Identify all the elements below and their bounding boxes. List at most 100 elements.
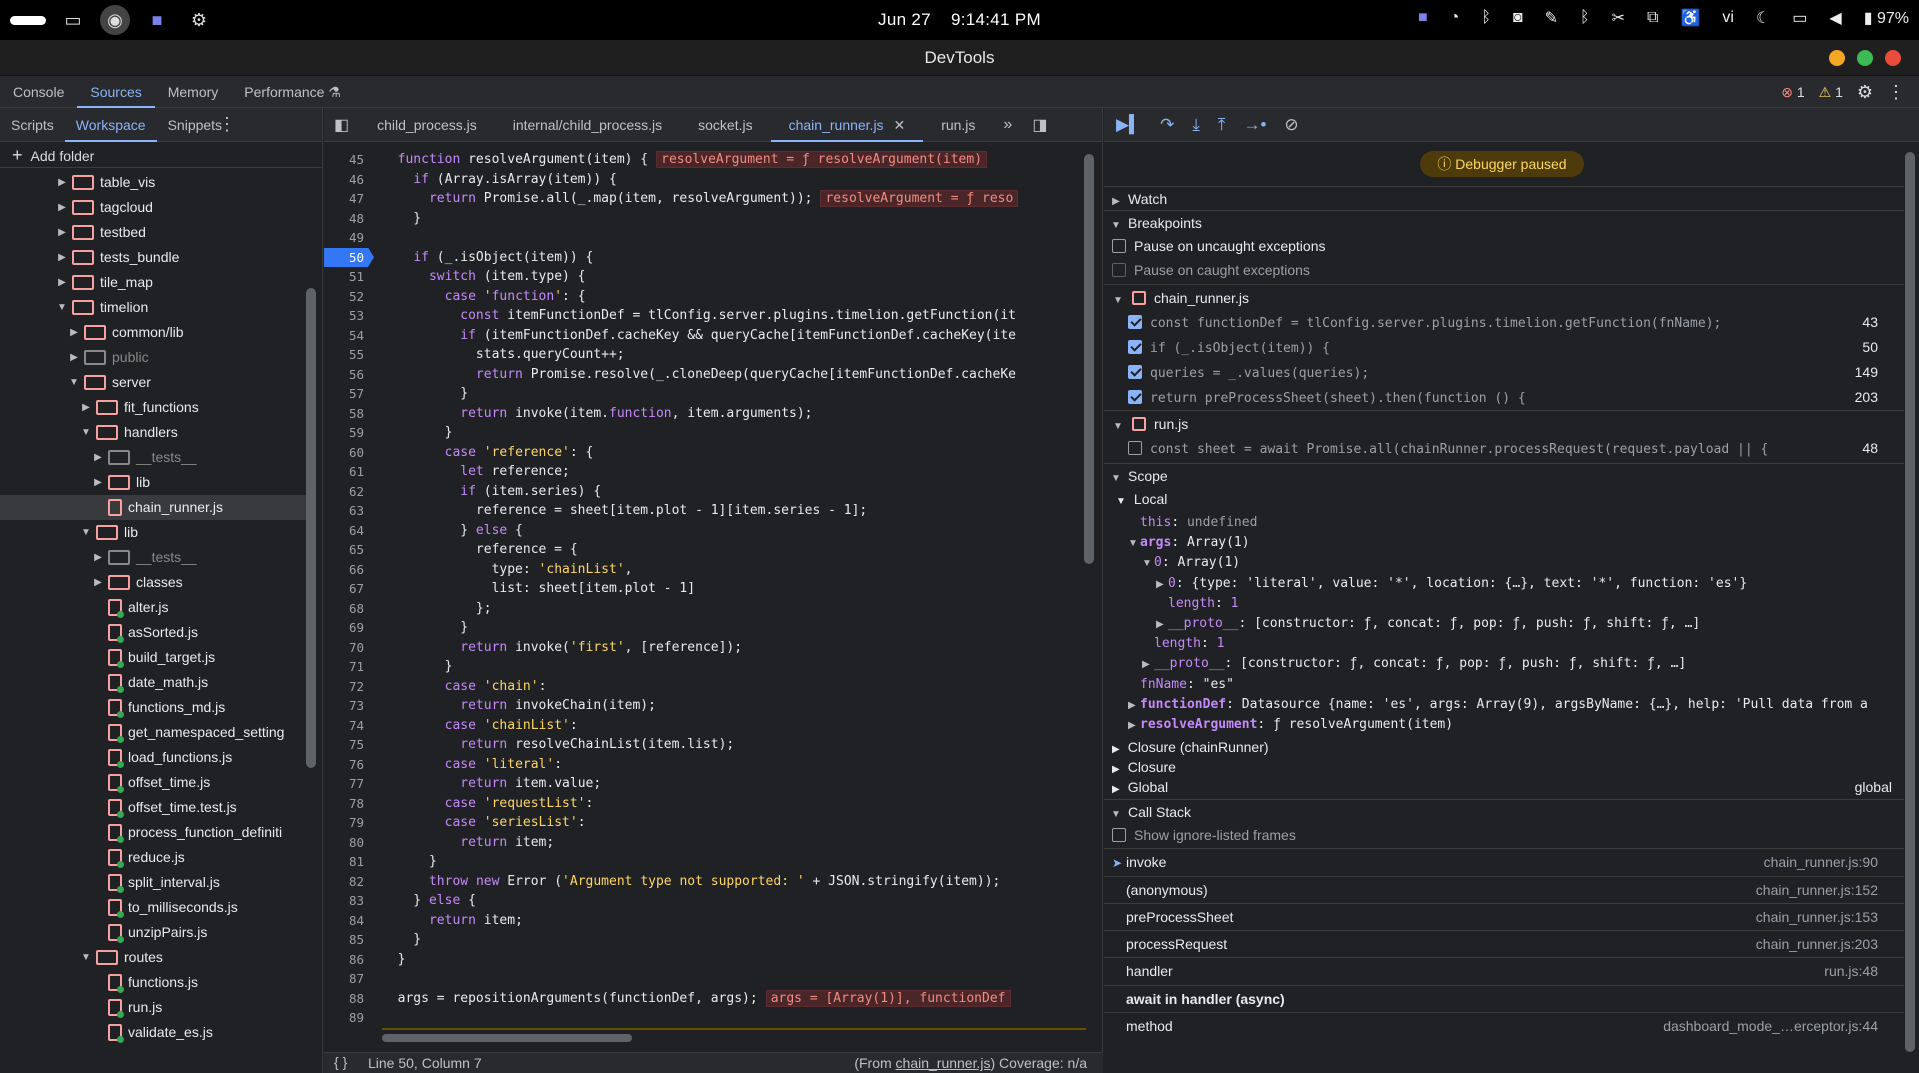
local-scope-header[interactable]: ▼ Local xyxy=(1104,487,1904,511)
code-line[interactable]: case 'literal': xyxy=(382,755,1086,775)
line-number[interactable]: 59 xyxy=(324,423,374,443)
code-line[interactable]: type: 'chainList', xyxy=(382,560,1086,580)
scope-variable[interactable]: ▶ resolveArgument: ƒ resolveArgument(item… xyxy=(1104,713,1904,733)
code-line[interactable]: } xyxy=(382,618,1086,638)
call-frame[interactable]: ➤ invoke chain_runner.js:90 xyxy=(1104,848,1904,876)
tree-item[interactable]: process_function_definiti xyxy=(0,820,306,845)
line-number[interactable]: 54 xyxy=(324,326,374,346)
discord-icon[interactable]: ◙ xyxy=(1513,9,1523,27)
tree-item[interactable]: get_namespaced_setting xyxy=(0,720,306,745)
call-stack-section[interactable]: ▼ Call Stack xyxy=(1104,799,1904,823)
scope-variable[interactable]: ▶ __proto__: [constructor: ƒ, concat: ƒ, … xyxy=(1104,612,1904,632)
scope-variable[interactable]: length: 1 xyxy=(1104,632,1904,652)
collapsed-triangle-icon[interactable]: ▶ xyxy=(56,220,68,245)
tree-item[interactable]: validate_es.js xyxy=(0,1020,306,1045)
tree-item[interactable]: ▶ __tests__ xyxy=(0,545,306,570)
watch-section[interactable]: ▶ Watch xyxy=(1104,186,1904,210)
code-line[interactable]: if (Array.isArray(item)) { xyxy=(382,170,1086,190)
close-tab-icon[interactable]: ✕ xyxy=(893,117,905,133)
line-number[interactable]: 81 xyxy=(324,852,374,872)
line-number[interactable]: 75 xyxy=(324,735,374,755)
display-icon[interactable]: ▭ xyxy=(1792,8,1807,28)
step-into-icon[interactable]: ⤓ xyxy=(1192,115,1200,135)
tree-item[interactable]: build_target.js xyxy=(0,645,306,670)
line-number[interactable]: 46 xyxy=(324,170,374,190)
line-number[interactable]: 88 xyxy=(324,989,374,1009)
tree-item[interactable]: date_math.js xyxy=(0,670,306,695)
code-line[interactable] xyxy=(382,228,1086,248)
bluetooth-2-icon[interactable]: ᛒ xyxy=(1580,9,1590,27)
error-count[interactable]: ⊗ 1 xyxy=(1781,84,1804,101)
breakpoint-checkbox[interactable] xyxy=(1128,340,1142,354)
gear-icon[interactable]: ⚙ xyxy=(1857,82,1873,103)
step-icon[interactable]: →• xyxy=(1243,115,1266,135)
pause-uncaught-checkbox[interactable] xyxy=(1112,239,1126,253)
tree-item[interactable]: functions_md.js xyxy=(0,695,306,720)
code-line[interactable] xyxy=(382,1008,1086,1028)
scope-variable[interactable]: length: 1 xyxy=(1104,592,1904,612)
battery[interactable]: ▮ 97% xyxy=(1864,8,1909,28)
line-number[interactable]: 78 xyxy=(324,794,374,814)
line-number[interactable]: 73 xyxy=(324,696,374,716)
line-number[interactable]: 77 xyxy=(324,774,374,794)
tree-item[interactable]: to_milliseconds.js xyxy=(0,895,306,920)
code-line[interactable]: args = _.map(args, resolveArgument); xyxy=(382,1027,1086,1030)
breakpoint-checkbox[interactable] xyxy=(1128,390,1142,404)
line-number[interactable]: 80 xyxy=(324,833,374,853)
tree-item[interactable]: ▶ fit_functions xyxy=(0,395,306,420)
editor-horizontal-scrollbar[interactable] xyxy=(382,1034,632,1042)
tree-item[interactable]: asSorted.js xyxy=(0,620,306,645)
tab-child-process[interactable]: child_process.js xyxy=(359,108,495,142)
collapsed-triangle-icon[interactable]: ▶ xyxy=(92,545,104,570)
breakpoint-checkbox[interactable] xyxy=(1128,441,1142,455)
tools-icon[interactable]: ✂ xyxy=(1612,8,1625,28)
tree-item[interactable]: ▶ tagcloud xyxy=(0,195,306,220)
breakpoint-checkbox[interactable] xyxy=(1128,315,1142,329)
expanded-triangle-icon[interactable]: ▼ xyxy=(80,945,92,970)
pause-caught-option[interactable]: Pause on caught exceptions xyxy=(1104,258,1904,282)
collapsed-triangle-icon[interactable]: ▶ xyxy=(92,445,104,470)
tab-workspace[interactable]: Workspace xyxy=(64,108,157,142)
breakpoint-file-group[interactable]: ▼ chain_runner.js xyxy=(1104,284,1904,310)
line-number[interactable]: 87 xyxy=(324,969,374,989)
accessibility-icon[interactable]: ♿ xyxy=(1680,8,1700,28)
breakpoint-item[interactable]: if (_.isObject(item)) {50 xyxy=(1104,335,1904,360)
expanded-triangle-icon[interactable]: ▼ xyxy=(80,520,92,545)
code-line[interactable]: case 'chainList': xyxy=(382,716,1086,736)
tree-item[interactable]: load_functions.js xyxy=(0,745,306,770)
scope-section[interactable]: ▼ Scope xyxy=(1104,463,1904,487)
line-number[interactable]: 48 xyxy=(324,209,374,229)
line-number[interactable]: 89 xyxy=(324,1008,374,1028)
line-number[interactable]: 64 xyxy=(324,521,374,541)
tab-console[interactable]: Console xyxy=(0,76,77,108)
toggle-debugger-icon[interactable]: ◨ xyxy=(1022,115,1057,135)
collapsed-triangle-icon[interactable]: ▶ xyxy=(68,345,80,370)
line-number[interactable]: 69 xyxy=(324,618,374,638)
code-line[interactable]: } xyxy=(382,950,1086,970)
line-number[interactable]: 60 xyxy=(324,443,374,463)
line-number[interactable]: 47 xyxy=(324,189,374,209)
code-line[interactable]: const itemFunctionDef = tlConfig.server.… xyxy=(382,306,1086,326)
collapsed-triangle-icon[interactable]: ▶ xyxy=(80,395,92,420)
tree-item[interactable]: ▼ lib xyxy=(0,520,306,545)
line-gutter[interactable]: 45 46 47 48 49 50 51 52 53 54 55 56 57 58 59 60 61 62 63 64… xyxy=(324,150,374,1030)
code-line[interactable]: } xyxy=(382,423,1086,443)
expanded-triangle-icon[interactable]: ▼ xyxy=(80,420,92,445)
code-line[interactable]: reference = { xyxy=(382,540,1086,560)
show-ignore-listed-option[interactable]: Show ignore-listed frames xyxy=(1104,823,1904,848)
call-frame[interactable]: (anonymous) chain_runner.js:152 xyxy=(1104,875,1904,903)
line-number[interactable]: 82 xyxy=(324,872,374,892)
scope-variable[interactable]: ▶ functionDef: Datasource {name: 'es', ar… xyxy=(1104,693,1904,713)
code-line[interactable]: return invoke(item.function, item.argume… xyxy=(382,404,1086,424)
line-number[interactable]: 45 xyxy=(324,150,374,170)
code-line[interactable]: case 'reference': { xyxy=(382,443,1086,463)
code-line[interactable]: reference = sheet[item.plot - 1][item.se… xyxy=(382,501,1086,521)
line-number[interactable]: 65 xyxy=(324,540,374,560)
code-line[interactable]: if (item.series) { xyxy=(382,482,1086,502)
line-number[interactable]: 66 xyxy=(324,560,374,580)
step-out-icon[interactable]: ⤒ xyxy=(1218,115,1226,135)
tab-performance[interactable]: Performance ⚗ xyxy=(231,76,354,108)
code-line[interactable]: return Promise.all(_.map(item, resolveAr… xyxy=(382,189,1086,209)
kebab-menu-icon[interactable]: ⋮ xyxy=(1887,82,1905,103)
tree-item[interactable]: ▶ testbed xyxy=(0,220,306,245)
